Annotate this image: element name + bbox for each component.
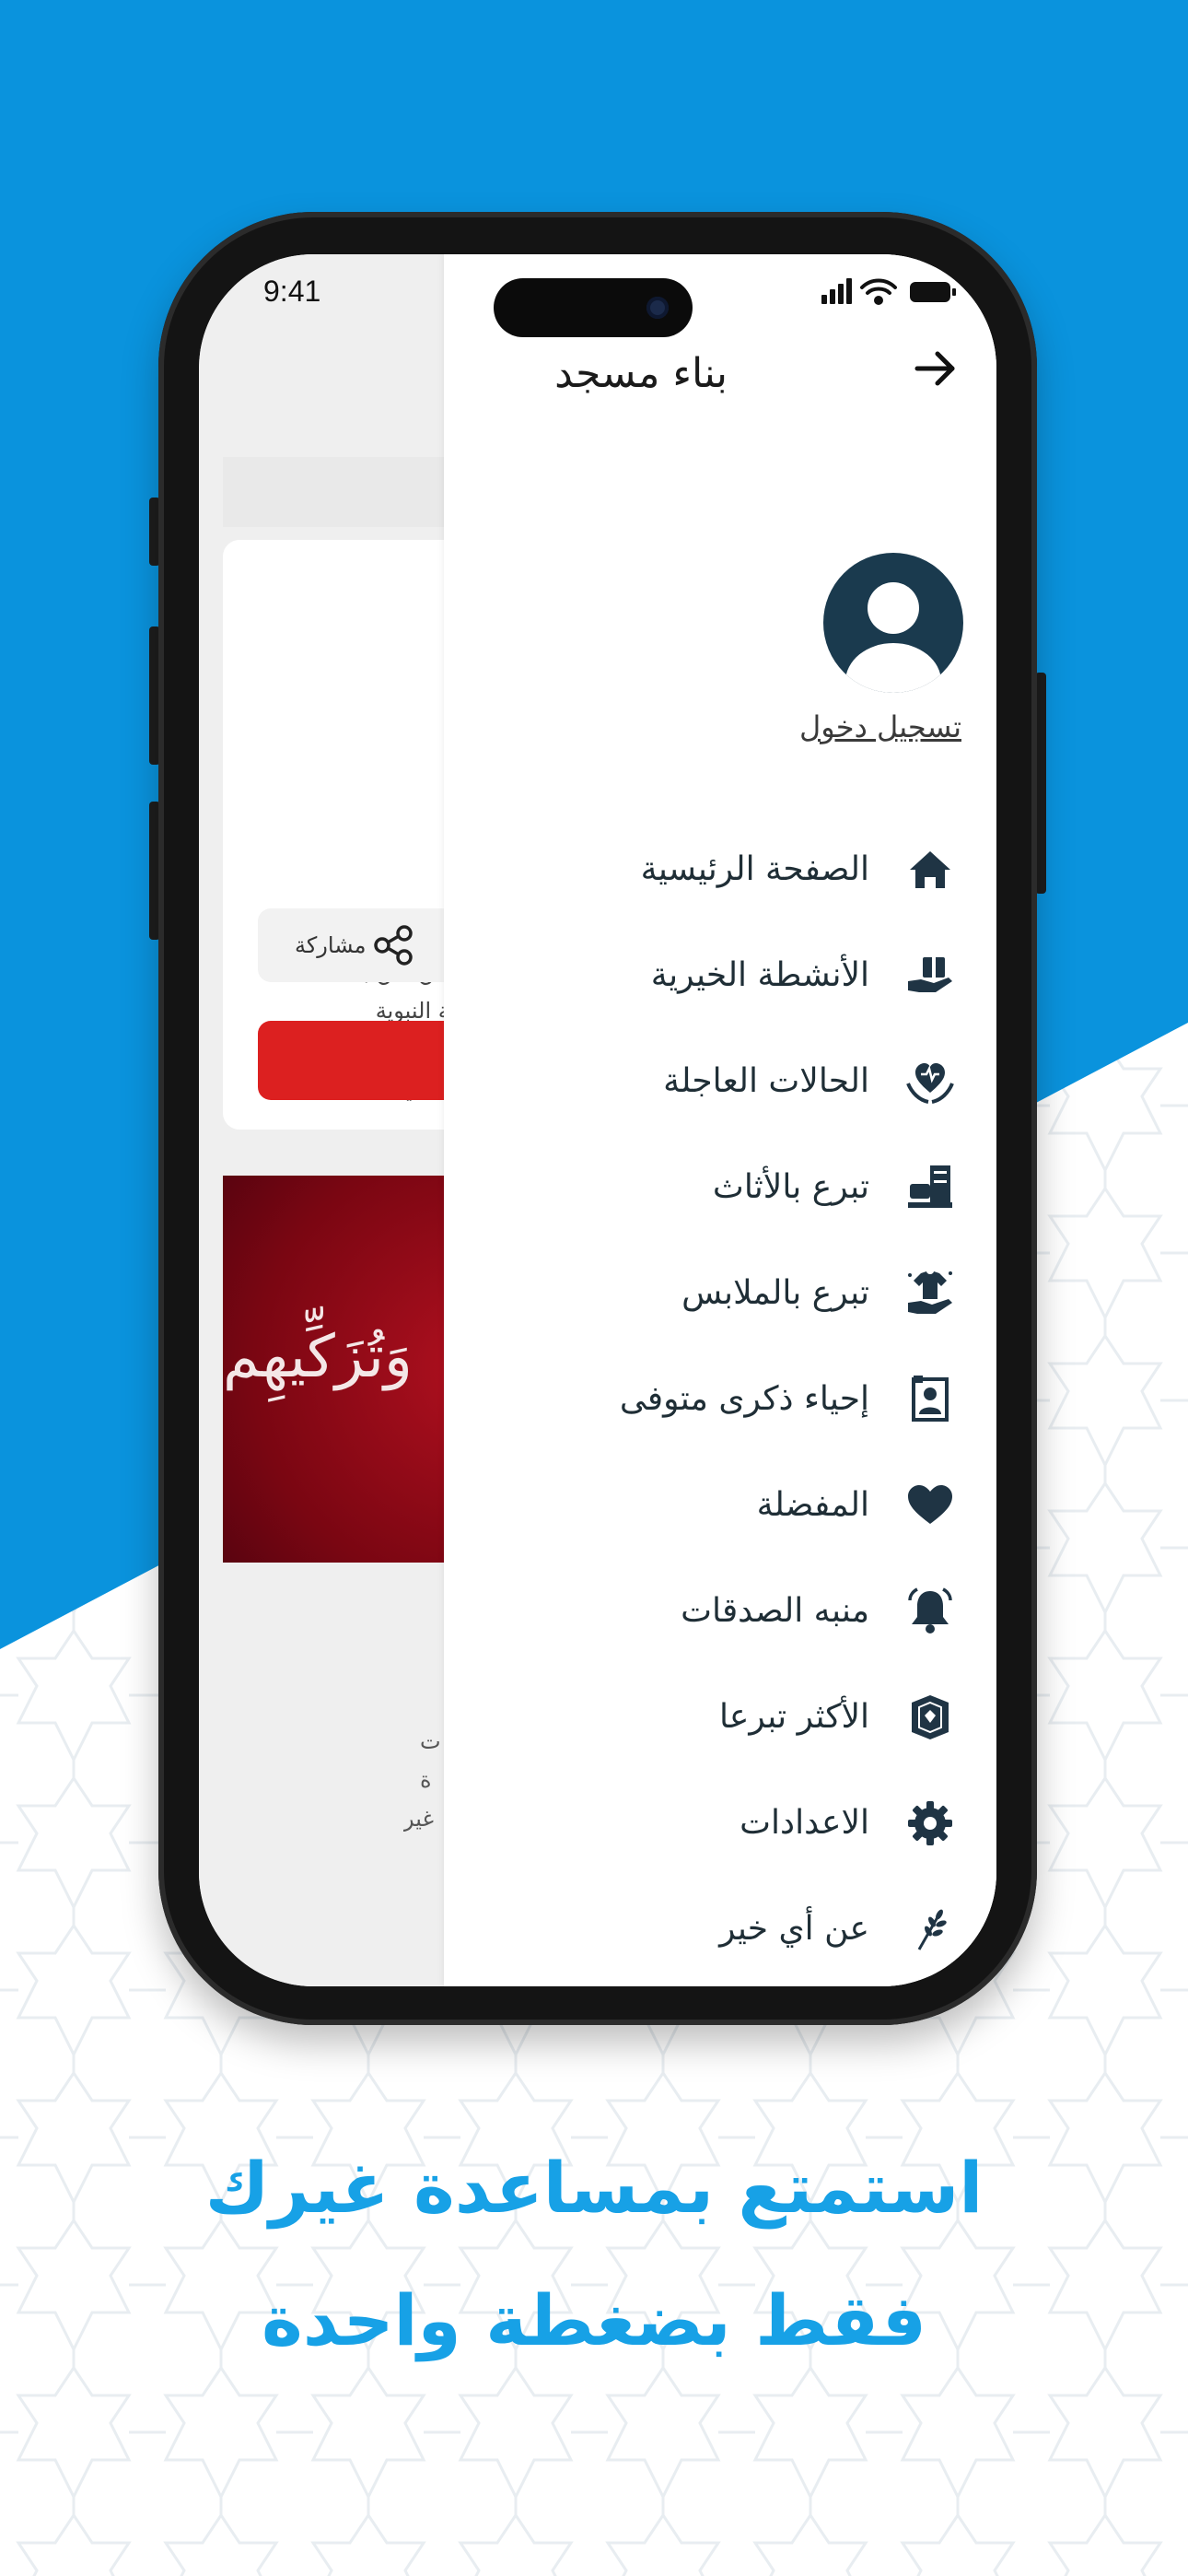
tagline-line-1: استمتع بمساعدة غيرك <box>204 2147 984 2229</box>
drawer-menu: الصفحة الرئيسية الأنشطة الخيرية الحالات … <box>444 816 996 1982</box>
bg-fragment: ت <box>420 1728 441 1754</box>
signal-icon <box>821 278 852 304</box>
arrow-right-icon <box>914 351 955 386</box>
menu-item-settings[interactable]: الاعدادات <box>444 1770 996 1876</box>
share-icon <box>374 925 413 966</box>
menu-label: إحياء ذكرى متوفى <box>619 1380 869 1418</box>
bell-icon <box>903 1584 958 1639</box>
login-link[interactable]: تسجيل دخول <box>799 709 961 744</box>
page-title: بناء مسجد <box>554 350 728 397</box>
dynamic-island <box>494 278 693 337</box>
home-icon <box>903 842 958 897</box>
menu-label: المفضلة <box>756 1486 869 1524</box>
status-icons <box>821 278 956 305</box>
menu-label: عن أي خير <box>719 1910 869 1948</box>
menu-label: تبرع بالأثاث <box>712 1168 869 1206</box>
furniture-icon <box>903 1160 958 1215</box>
wheat-icon <box>903 1902 958 1957</box>
bg-text-line: سنة النبوية <box>375 998 475 1024</box>
gear-icon <box>903 1796 958 1851</box>
back-button[interactable] <box>910 343 961 394</box>
menu-label: منبه الصدقات <box>681 1592 869 1630</box>
menu-label: الأكثر تبرعا <box>718 1698 869 1736</box>
bg-fragment: غير <box>403 1806 435 1832</box>
menu-label: تبرع بالملابس <box>681 1274 869 1312</box>
phone-screen: لم من امن بالله، سنة النبوية له عليه وسل… <box>199 254 996 1986</box>
banner-calligraphy: وَتُزَكِّيهِم <box>223 1323 413 1391</box>
share-button[interactable]: مشاركة <box>258 908 470 982</box>
menu-item-top-donors[interactable]: الأكثر تبرعا <box>444 1664 996 1770</box>
avatar[interactable] <box>823 553 963 693</box>
charity-hand-icon <box>903 948 958 1003</box>
memorial-frame-icon <box>903 1372 958 1427</box>
menu-item-about[interactable]: عن أي خير <box>444 1876 996 1982</box>
share-label: مشاركة <box>295 932 367 958</box>
menu-item-furniture[interactable]: تبرع بالأثاث <box>444 1134 996 1240</box>
menu-item-urgent[interactable]: الحالات العاجلة <box>444 1028 996 1134</box>
tagline-line-2: فقط بضغطة واحدة <box>261 2279 927 2361</box>
menu-label: الحالات العاجلة <box>663 1062 869 1100</box>
menu-item-alarm[interactable]: منبه الصدقات <box>444 1558 996 1664</box>
badge-icon <box>903 1690 958 1745</box>
battery-icon <box>910 282 956 302</box>
menu-label: الاعدادات <box>740 1804 869 1842</box>
camera-icon <box>646 297 669 319</box>
navigation-drawer: تسجيل دخول الصفحة الرئيسية الأنشطة الخير… <box>444 254 996 1986</box>
menu-item-favorites[interactable]: المفضلة <box>444 1452 996 1558</box>
bg-fragment: ة <box>420 1767 432 1793</box>
menu-item-clothes[interactable]: تبرع بالملابس <box>444 1240 996 1346</box>
wifi-icon <box>860 278 897 305</box>
heart-icon <box>903 1478 958 1533</box>
menu-label: الأنشطة الخيرية <box>650 956 869 994</box>
clothes-icon <box>903 1266 958 1321</box>
menu-label: الصفحة الرئيسية <box>640 850 869 888</box>
menu-item-charity[interactable]: الأنشطة الخيرية <box>444 922 996 1028</box>
user-avatar-icon <box>845 582 941 693</box>
menu-item-home[interactable]: الصفحة الرئيسية <box>444 816 996 922</box>
menu-item-memorial[interactable]: إحياء ذكرى متوفى <box>444 1346 996 1452</box>
status-time: 9:41 <box>263 275 321 308</box>
heart-hands-icon <box>903 1054 958 1109</box>
